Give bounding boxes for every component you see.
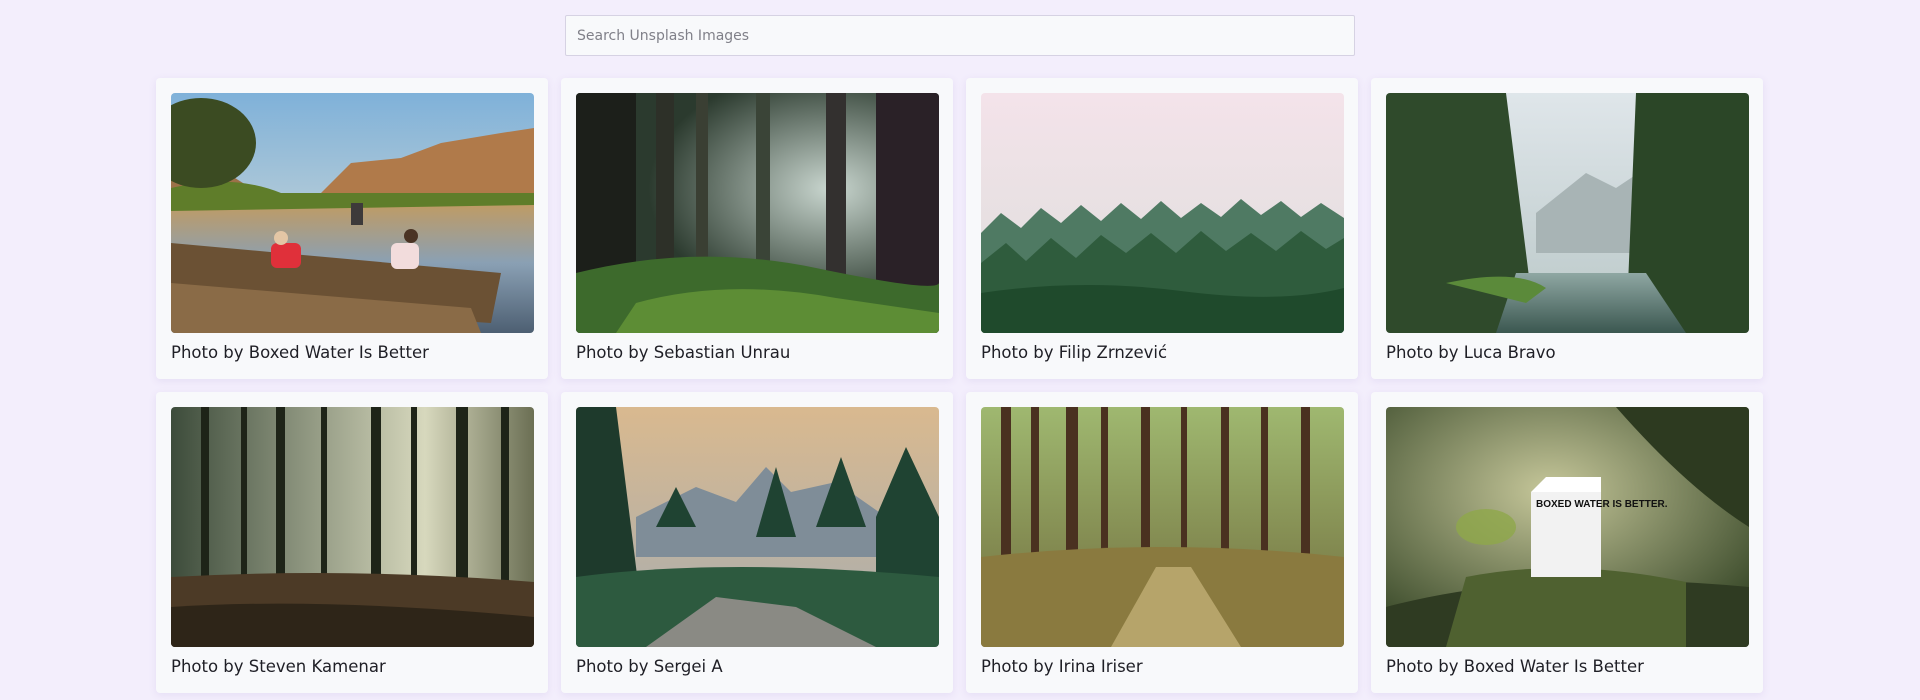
forest-path-icon[interactable] (981, 407, 1344, 647)
photo-caption: Photo by Boxed Water Is Better (171, 343, 429, 362)
river-forest-icon[interactable] (1386, 93, 1749, 333)
photo-card[interactable]: Photo by Steven Kamenar (156, 392, 548, 693)
photo-card[interactable]: Photo by Filip Zrnzević (966, 78, 1358, 379)
dark-forest-icon[interactable] (576, 93, 939, 333)
photo-caption: Photo by Steven Kamenar (171, 657, 386, 676)
water-carton-moss-icon[interactable]: BOXED WATER IS BETTER. (1386, 407, 1749, 647)
photo-caption: Photo by Filip Zrnzević (981, 343, 1168, 362)
search-bar (565, 15, 1355, 56)
photo-card[interactable]: Photo by Sebastian Unrau (561, 78, 953, 379)
photo-card[interactable]: Photo by Irina Iriser (966, 392, 1358, 693)
search-input[interactable] (565, 15, 1355, 56)
photo-card[interactable]: BOXED WATER IS BETTER. Photo by Boxed Wa… (1371, 392, 1763, 693)
photo-grid: Photo by Boxed Water Is Better Photo by … (156, 78, 1764, 693)
photo-card[interactable]: Photo by Sergei A (561, 392, 953, 693)
photo-caption: Photo by Sergei A (576, 657, 723, 676)
carton-text: BOXED WATER IS BETTER. (1536, 499, 1668, 510)
mountain-sunset-icon[interactable] (576, 407, 939, 647)
photo-caption: Photo by Irina Iriser (981, 657, 1143, 676)
photo-caption: Photo by Boxed Water Is Better (1386, 657, 1644, 676)
pine-forest-icon[interactable] (171, 407, 534, 647)
photo-caption: Photo by Luca Bravo (1386, 343, 1556, 362)
photo-card[interactable]: Photo by Luca Bravo (1371, 78, 1763, 379)
photo-card[interactable]: Photo by Boxed Water Is Better (156, 78, 548, 379)
photo-caption: Photo by Sebastian Unrau (576, 343, 791, 362)
lake-rocks-reflection-icon[interactable] (171, 93, 534, 333)
misty-forest-icon[interactable] (981, 93, 1344, 333)
